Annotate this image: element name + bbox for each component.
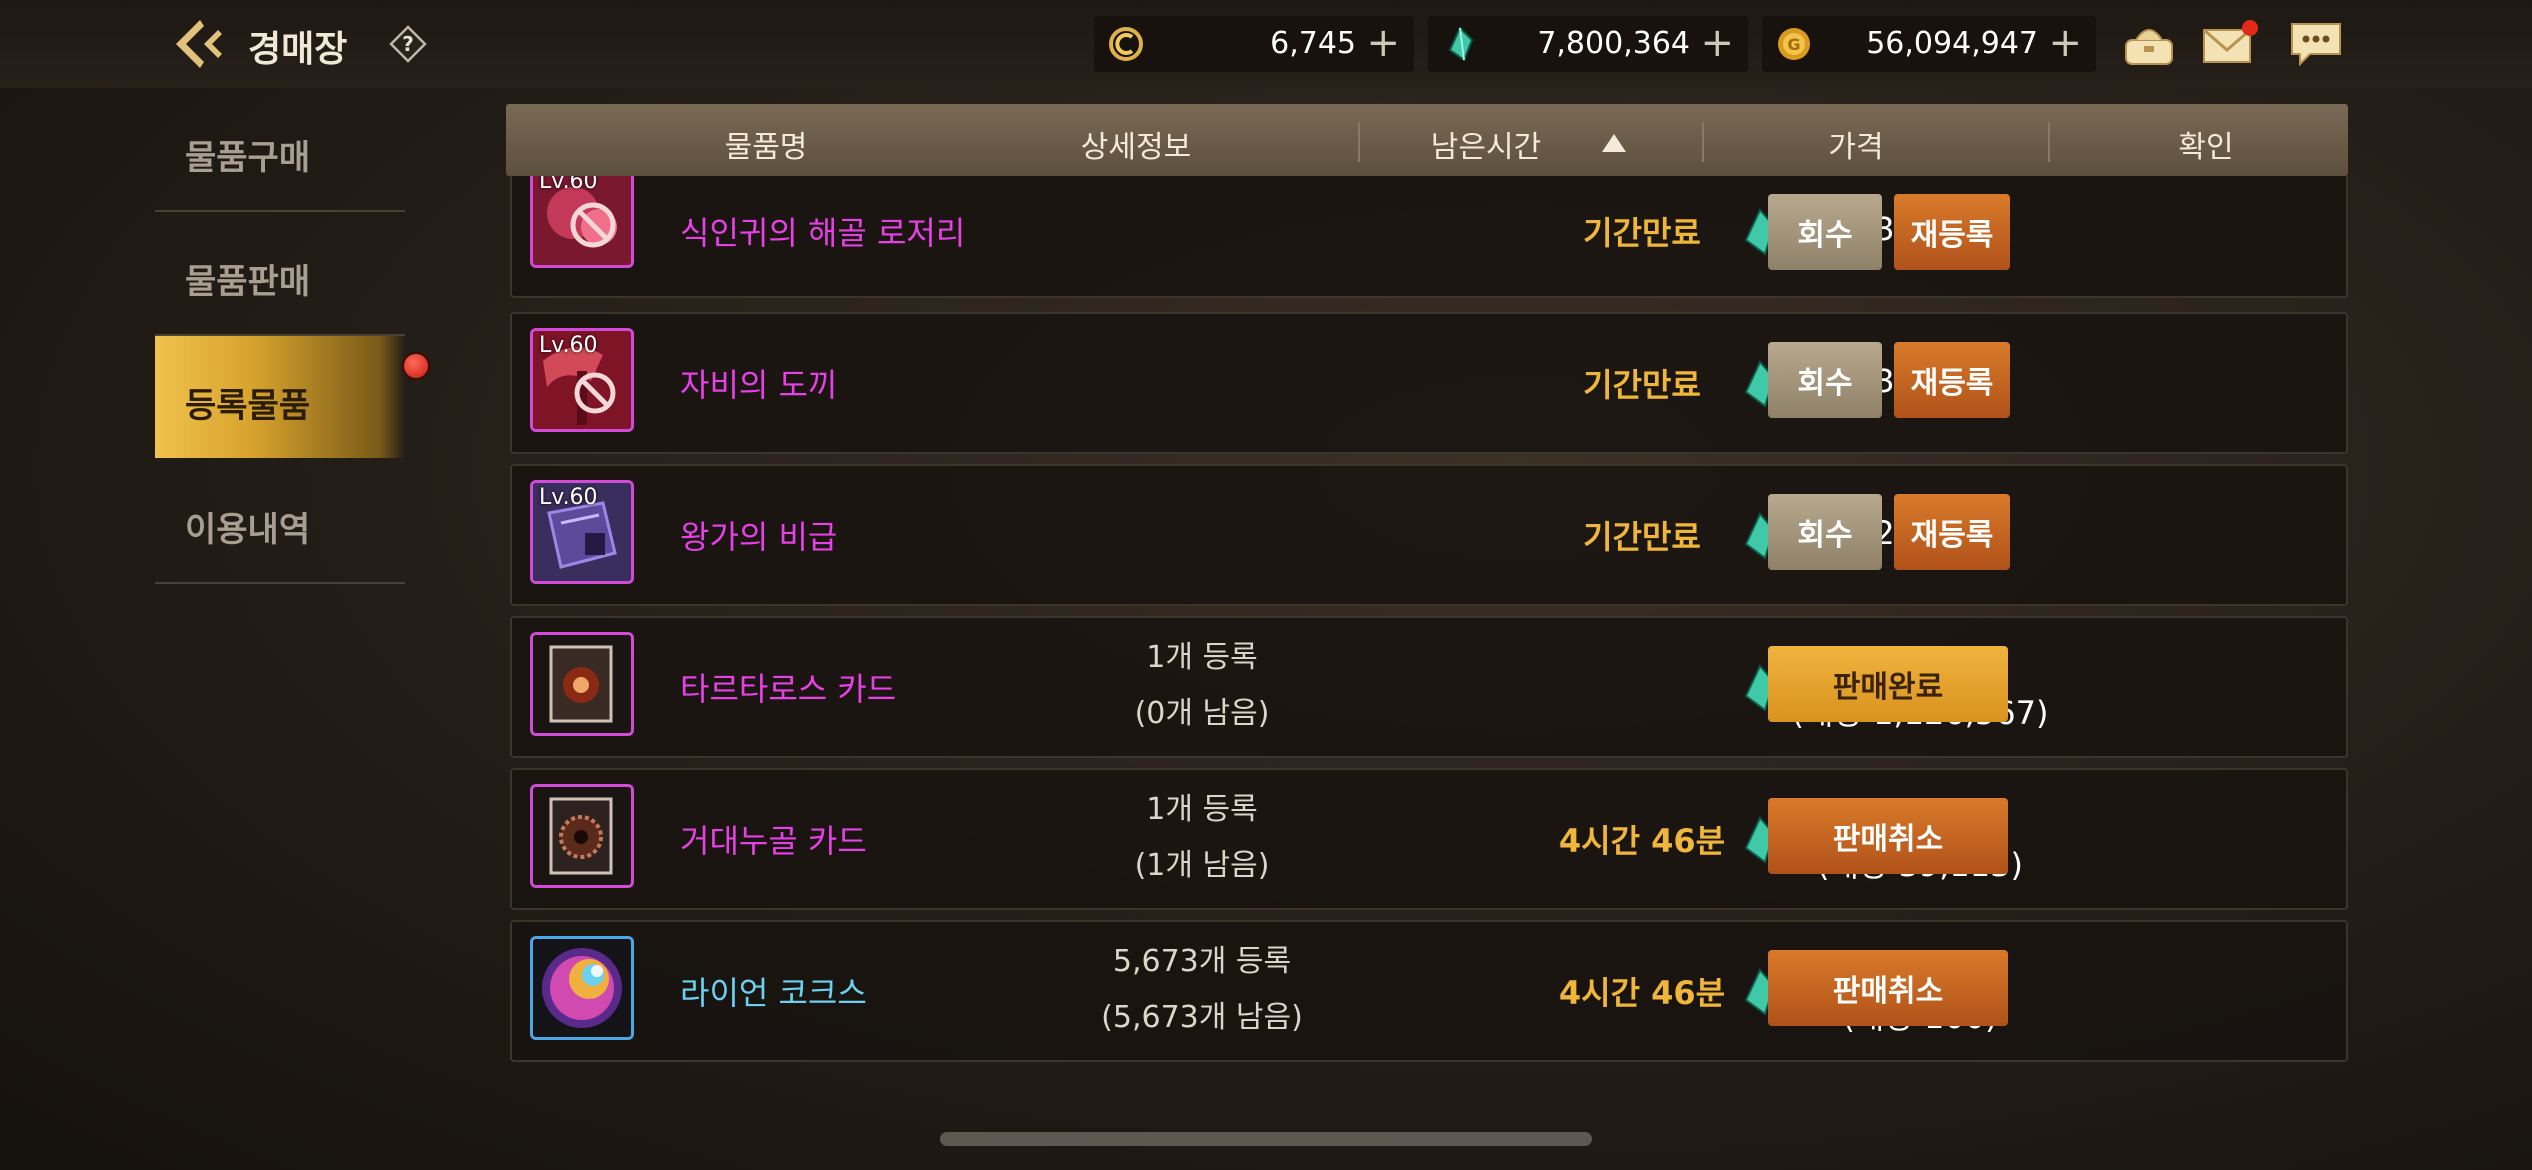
cancel-sale-button[interactable]: 판매취소: [1768, 950, 2008, 1026]
add-contribution-button[interactable]: +: [1366, 20, 1400, 66]
item-thumbnail: [530, 936, 634, 1040]
page-title: 경매장: [248, 29, 348, 70]
retrieve-button[interactable]: 회수: [1768, 494, 1882, 570]
currency-gem: 7,800,364 +: [1428, 16, 1748, 72]
gold-coin-icon: G: [1778, 28, 1810, 60]
help-icon: ?: [389, 25, 427, 63]
sidebar-item-registered[interactable]: 등록물품: [155, 336, 405, 458]
bag-button[interactable]: [2120, 18, 2178, 70]
registered-count: 1개 등록: [1146, 640, 1258, 675]
contribution-value: 6,745: [1270, 26, 1356, 61]
sale-complete-button[interactable]: 판매완료: [1768, 646, 2008, 722]
card-item-icon: [533, 635, 631, 733]
sidebar-item-history[interactable]: 이용내역: [155, 460, 405, 584]
sidebar-item-label: 물품구매: [185, 138, 311, 178]
svg-text:G: G: [1787, 35, 1800, 54]
sort-ascending-icon[interactable]: [1600, 132, 1628, 154]
notification-dot: [402, 352, 430, 380]
registered-count: 5,673개 등록: [1112, 944, 1292, 979]
help-button[interactable]: ?: [388, 24, 428, 64]
item-name: 자비의 도끼: [680, 366, 838, 404]
gold-value: 56,094,947: [1866, 26, 2038, 61]
sidebar-item-label: 등록물품: [185, 386, 311, 426]
sidebar-item-sell[interactable]: 물품판매: [155, 212, 405, 336]
sidebar-item-buy[interactable]: 물품구매: [155, 88, 405, 212]
gem-icon: [1448, 26, 1474, 62]
remaining-count: (0개 남음): [1134, 696, 1270, 731]
retrieve-button[interactable]: 회수: [1768, 194, 1882, 270]
add-gold-button[interactable]: +: [2048, 20, 2082, 66]
currency-gold: G 56,094,947 +: [1762, 16, 2096, 72]
home-indicator[interactable]: [940, 1132, 1592, 1146]
bag-icon: [2125, 29, 2173, 65]
retrieve-button[interactable]: 회수: [1768, 342, 1882, 418]
currency-contribution: 6,745 +: [1094, 16, 1414, 72]
sidebar-item-label: 이용내역: [185, 510, 311, 550]
chat-icon: [2291, 23, 2341, 67]
item-name: 타르타로스 카드: [680, 670, 897, 708]
card-item-icon: [533, 787, 631, 885]
item-name: 거대누골 카드: [680, 822, 867, 860]
column-remaining-time[interactable]: 남은시간: [1376, 122, 1596, 166]
table-row[interactable]: 타르타로스 카드 1개 등록 (0개 남음) 1,126,567 (개당 1,1…: [510, 616, 2348, 758]
orb-item-icon: [533, 939, 631, 1037]
remaining-time: 4시간 46분: [1558, 822, 1726, 860]
remaining-time: 4시간 46분: [1558, 974, 1726, 1012]
contribution-coin-icon: [1109, 27, 1143, 61]
relist-button[interactable]: 재등록: [1894, 342, 2010, 418]
item-level: Lv.60: [539, 333, 598, 358]
column-confirm: 확인: [2178, 130, 2234, 165]
remaining-time: 기간만료: [1583, 518, 1701, 556]
add-gem-button[interactable]: +: [1700, 20, 1734, 66]
cancel-sale-button[interactable]: 판매취소: [1768, 798, 2008, 874]
item-thumbnail: [530, 784, 634, 888]
item-name: 왕가의 비급: [680, 518, 838, 556]
item-detail: 1개 등록 (0개 남음): [1072, 630, 1332, 742]
mail-icon: [2203, 20, 2258, 63]
item-level: Lv.60: [539, 485, 598, 510]
column-item-name[interactable]: 물품명: [656, 122, 876, 166]
item-name: 라이언 코크스: [680, 974, 867, 1012]
top-bar: 경매장 ? 6,745 + 7,800,364 + G 56,094,947 +: [0, 0, 2532, 88]
table-row[interactable]: Lv.60 식인귀의 해골 로저리 기간만료 3,000 회수 재등록: [510, 176, 2348, 298]
item-thumbnail: [530, 632, 634, 736]
remaining-time: 기간만료: [1583, 366, 1701, 404]
column-price[interactable]: 가격: [1756, 122, 1956, 166]
gem-value: 7,800,364: [1537, 26, 1690, 61]
remaining-count: (1개 남음): [1134, 848, 1270, 883]
item-name: 식인귀의 해골 로저리: [680, 214, 966, 252]
chat-button[interactable]: [2288, 18, 2346, 70]
registered-count: 1개 등록: [1146, 792, 1258, 827]
item-detail: 1개 등록 (1개 남음): [1072, 782, 1332, 894]
sidebar-item-label: 물품판매: [185, 262, 311, 302]
column-divider: [2048, 122, 2050, 162]
item-thumbnail: Lv.60: [530, 480, 634, 584]
column-divider: [1702, 122, 1704, 162]
mail-button[interactable]: [2200, 18, 2258, 70]
table-row[interactable]: Lv.60 왕가의 비급 기간만료 2,551 회수 재등록: [510, 464, 2348, 606]
item-thumbnail: Lv.60: [530, 176, 634, 268]
item-thumbnail: Lv.60: [530, 328, 634, 432]
item-detail: 5,673개 등록 (5,673개 남음): [1072, 934, 1332, 1046]
table-row[interactable]: Lv.60 자비의 도끼 기간만료 3,000 회수 재등록: [510, 312, 2348, 454]
relist-button[interactable]: 재등록: [1894, 194, 2010, 270]
relist-button[interactable]: 재등록: [1894, 494, 2010, 570]
svg-text:?: ?: [402, 32, 414, 56]
back-arrow-icon: [176, 20, 222, 68]
back-button[interactable]: [170, 16, 230, 72]
remaining-time: 기간만료: [1583, 214, 1701, 252]
column-divider: [1358, 122, 1360, 162]
table-row[interactable]: 거대누골 카드 1개 등록 (1개 남음) 4시간 46분 39,113 (개당…: [510, 768, 2348, 910]
table-header: 물품명 상세정보 남은시간 가격 확인: [506, 104, 2348, 176]
remaining-count: (5,673개 남음): [1101, 1000, 1303, 1035]
table-row[interactable]: 라이언 코크스 5,673개 등록 (5,673개 남음) 4시간 46분 56…: [510, 920, 2348, 1062]
column-detail[interactable]: 상세정보: [1026, 122, 1246, 166]
